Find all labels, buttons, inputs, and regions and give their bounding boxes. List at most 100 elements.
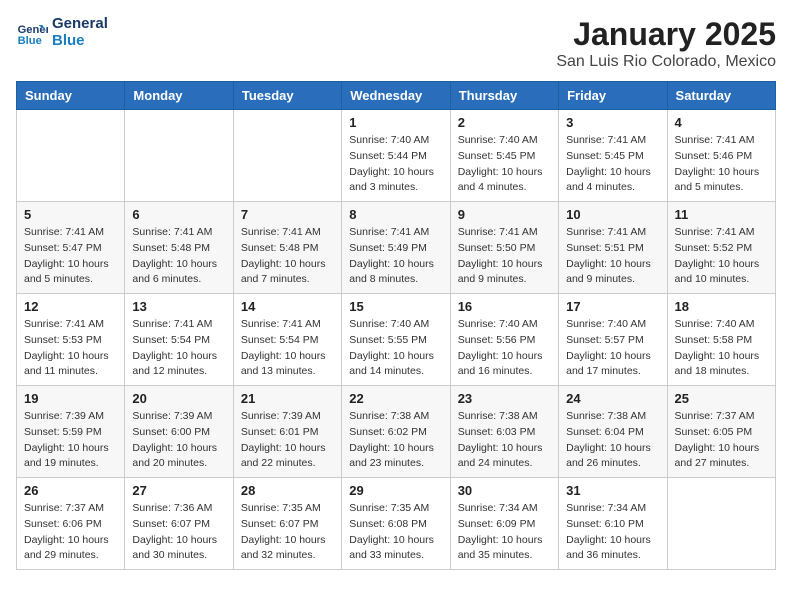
day-info: Sunrise: 7:35 AMSunset: 6:07 PMDaylight:…	[241, 501, 334, 564]
calendar-day-cell	[125, 110, 233, 202]
day-number: 16	[458, 299, 551, 314]
weekday-header-row: SundayMondayTuesdayWednesdayThursdayFrid…	[17, 82, 776, 110]
day-number: 27	[132, 483, 225, 498]
day-info: Sunrise: 7:41 AMSunset: 5:54 PMDaylight:…	[132, 317, 225, 380]
calendar-day-cell: 10 Sunrise: 7:41 AMSunset: 5:51 PMDayligh…	[559, 202, 667, 294]
day-info: Sunrise: 7:41 AMSunset: 5:50 PMDaylight:…	[458, 225, 551, 288]
day-info: Sunrise: 7:41 AMSunset: 5:53 PMDaylight:…	[24, 317, 117, 380]
calendar-day-cell: 26 Sunrise: 7:37 AMSunset: 6:06 PMDayligh…	[17, 478, 125, 570]
day-number: 31	[566, 483, 659, 498]
day-number: 5	[24, 207, 117, 222]
day-number: 4	[675, 115, 768, 130]
weekday-header-cell: Thursday	[450, 82, 558, 110]
day-info: Sunrise: 7:41 AMSunset: 5:49 PMDaylight:…	[349, 225, 442, 288]
calendar-day-cell: 17 Sunrise: 7:40 AMSunset: 5:57 PMDayligh…	[559, 294, 667, 386]
day-number: 15	[349, 299, 442, 314]
calendar-day-cell: 12 Sunrise: 7:41 AMSunset: 5:53 PMDayligh…	[17, 294, 125, 386]
svg-text:Blue: Blue	[18, 35, 42, 47]
day-info: Sunrise: 7:34 AMSunset: 6:10 PMDaylight:…	[566, 501, 659, 564]
day-number: 1	[349, 115, 442, 130]
weekday-header-cell: Saturday	[667, 82, 775, 110]
day-info: Sunrise: 7:41 AMSunset: 5:54 PMDaylight:…	[241, 317, 334, 380]
day-info: Sunrise: 7:38 AMSunset: 6:04 PMDaylight:…	[566, 409, 659, 472]
day-number: 7	[241, 207, 334, 222]
day-number: 3	[566, 115, 659, 130]
day-number: 2	[458, 115, 551, 130]
day-info: Sunrise: 7:41 AMSunset: 5:47 PMDaylight:…	[24, 225, 117, 288]
weekday-header-cell: Sunday	[17, 82, 125, 110]
day-number: 12	[24, 299, 117, 314]
calendar-day-cell: 13 Sunrise: 7:41 AMSunset: 5:54 PMDayligh…	[125, 294, 233, 386]
weekday-header-cell: Monday	[125, 82, 233, 110]
day-number: 6	[132, 207, 225, 222]
day-number: 20	[132, 391, 225, 406]
calendar-day-cell: 15Sunrise: 7:40 AMSunset: 5:55 PMDayligh…	[342, 294, 450, 386]
calendar-day-cell	[233, 110, 341, 202]
svg-text:General: General	[18, 24, 48, 36]
day-info: Sunrise: 7:37 AMSunset: 6:06 PMDaylight:…	[24, 501, 117, 564]
calendar-day-cell	[667, 478, 775, 570]
logo: General Blue General Blue	[16, 16, 108, 49]
day-info: Sunrise: 7:38 AMSunset: 6:03 PMDaylight:…	[458, 409, 551, 472]
calendar-day-cell: 18 Sunrise: 7:40 AMSunset: 5:58 PMDayligh…	[667, 294, 775, 386]
day-number: 25	[675, 391, 768, 406]
day-number: 8	[349, 207, 442, 222]
day-info: Sunrise: 7:39 AMSunset: 6:01 PMDaylight:…	[241, 409, 334, 472]
calendar-week-row: 1 Sunrise: 7:40 AMSunset: 5:44 PMDaylight…	[17, 110, 776, 202]
calendar-week-row: 12 Sunrise: 7:41 AMSunset: 5:53 PMDayligh…	[17, 294, 776, 386]
day-info: Sunrise: 7:41 AMSunset: 5:52 PMDaylight:…	[675, 225, 768, 288]
calendar-day-cell: 24 Sunrise: 7:38 AMSunset: 6:04 PMDayligh…	[559, 386, 667, 478]
calendar-day-cell: 8 Sunrise: 7:41 AMSunset: 5:49 PMDaylight…	[342, 202, 450, 294]
calendar-day-cell: 20Sunrise: 7:39 AMSunset: 6:00 PMDayligh…	[125, 386, 233, 478]
calendar-day-cell: 29Sunrise: 7:35 AMSunset: 6:08 PMDayligh…	[342, 478, 450, 570]
calendar-table: SundayMondayTuesdayWednesdayThursdayFrid…	[16, 81, 776, 570]
day-info: Sunrise: 7:40 AMSunset: 5:57 PMDaylight:…	[566, 317, 659, 380]
day-info: Sunrise: 7:40 AMSunset: 5:44 PMDaylight:…	[349, 133, 442, 196]
calendar-day-cell: 4 Sunrise: 7:41 AMSunset: 5:46 PMDaylight…	[667, 110, 775, 202]
day-number: 18	[675, 299, 768, 314]
day-number: 13	[132, 299, 225, 314]
day-info: Sunrise: 7:41 AMSunset: 5:48 PMDaylight:…	[132, 225, 225, 288]
calendar-day-cell: 21Sunrise: 7:39 AMSunset: 6:01 PMDayligh…	[233, 386, 341, 478]
calendar-day-cell: 28 Sunrise: 7:35 AMSunset: 6:07 PMDayligh…	[233, 478, 341, 570]
day-number: 30	[458, 483, 551, 498]
calendar-day-cell: 3 Sunrise: 7:41 AMSunset: 5:45 PMDaylight…	[559, 110, 667, 202]
header: General Blue General Blue January 2025 S…	[16, 16, 776, 71]
day-number: 26	[24, 483, 117, 498]
day-info: Sunrise: 7:35 AMSunset: 6:08 PMDaylight:…	[349, 501, 442, 564]
calendar-day-cell: 7Sunrise: 7:41 AMSunset: 5:48 PMDaylight…	[233, 202, 341, 294]
calendar-day-cell: 30Sunrise: 7:34 AMSunset: 6:09 PMDayligh…	[450, 478, 558, 570]
logo-text-line1: General	[52, 16, 108, 33]
page-title: January 2025	[556, 16, 776, 53]
day-number: 22	[349, 391, 442, 406]
calendar-day-cell	[17, 110, 125, 202]
day-info: Sunrise: 7:41 AMSunset: 5:46 PMDaylight:…	[675, 133, 768, 196]
calendar-day-cell: 19 Sunrise: 7:39 AMSunset: 5:59 PMDayligh…	[17, 386, 125, 478]
day-number: 10	[566, 207, 659, 222]
calendar-day-cell: 25 Sunrise: 7:37 AMSunset: 6:05 PMDayligh…	[667, 386, 775, 478]
day-info: Sunrise: 7:41 AMSunset: 5:51 PMDaylight:…	[566, 225, 659, 288]
day-info: Sunrise: 7:38 AMSunset: 6:02 PMDaylight:…	[349, 409, 442, 472]
calendar-day-cell: 6 Sunrise: 7:41 AMSunset: 5:48 PMDaylight…	[125, 202, 233, 294]
day-info: Sunrise: 7:40 AMSunset: 5:58 PMDaylight:…	[675, 317, 768, 380]
day-info: Sunrise: 7:41 AMSunset: 5:45 PMDaylight:…	[566, 133, 659, 196]
calendar-day-cell: 31 Sunrise: 7:34 AMSunset: 6:10 PMDayligh…	[559, 478, 667, 570]
day-number: 28	[241, 483, 334, 498]
day-number: 9	[458, 207, 551, 222]
calendar-day-cell: 14 Sunrise: 7:41 AMSunset: 5:54 PMDayligh…	[233, 294, 341, 386]
day-info: Sunrise: 7:39 AMSunset: 5:59 PMDaylight:…	[24, 409, 117, 472]
day-number: 23	[458, 391, 551, 406]
calendar-day-cell: 27Sunrise: 7:36 AMSunset: 6:07 PMDayligh…	[125, 478, 233, 570]
calendar-day-cell: 5 Sunrise: 7:41 AMSunset: 5:47 PMDaylight…	[17, 202, 125, 294]
day-info: Sunrise: 7:40 AMSunset: 5:45 PMDaylight:…	[458, 133, 551, 196]
calendar-week-row: 26 Sunrise: 7:37 AMSunset: 6:06 PMDayligh…	[17, 478, 776, 570]
title-area: January 2025 San Luis Rio Colorado, Mexi…	[556, 16, 776, 71]
day-info: Sunrise: 7:37 AMSunset: 6:05 PMDaylight:…	[675, 409, 768, 472]
day-number: 19	[24, 391, 117, 406]
calendar-day-cell: 23 Sunrise: 7:38 AMSunset: 6:03 PMDayligh…	[450, 386, 558, 478]
page-subtitle: San Luis Rio Colorado, Mexico	[556, 53, 776, 71]
day-number: 14	[241, 299, 334, 314]
day-number: 24	[566, 391, 659, 406]
day-number: 17	[566, 299, 659, 314]
calendar-day-cell: 9 Sunrise: 7:41 AMSunset: 5:50 PMDaylight…	[450, 202, 558, 294]
